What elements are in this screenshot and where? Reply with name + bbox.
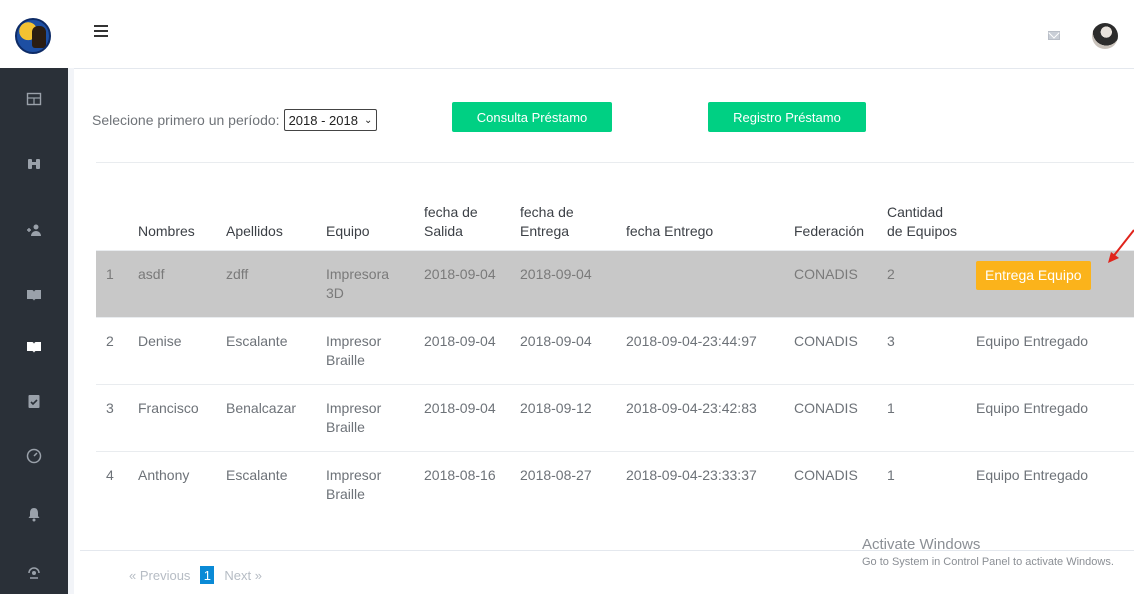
table-icon[interactable]: [0, 87, 68, 111]
header-fecha-entrega: fecha de Entrega: [512, 162, 618, 251]
app-root: Selecione primero un período: 2018 - 201…: [0, 0, 1134, 594]
cell-nombres: Denise: [130, 317, 218, 385]
pagination-current-page[interactable]: 1: [200, 566, 215, 584]
table-row[interactable]: 1 asdf zdff Impresora 3D 2018-09-04 2018…: [96, 250, 1134, 318]
main-content: Selecione primero un período: 2018 - 201…: [68, 68, 1134, 594]
entrega-equipo-button[interactable]: Entrega Equipo: [976, 261, 1091, 290]
header-nombres: Nombres: [130, 162, 218, 251]
cell-fecha-entrego: 2018-09-04-23:33:37: [618, 451, 786, 519]
app-logo[interactable]: [15, 18, 51, 54]
registro-prestamo-button[interactable]: Registro Préstamo: [708, 102, 866, 132]
row-index: 4: [96, 451, 130, 519]
cell-nombres: Francisco: [130, 384, 218, 452]
table-row[interactable]: 2 Denise Escalante Impresor Braille 2018…: [96, 317, 1134, 385]
header-cantidad: Cantidad de Equipos: [879, 162, 968, 251]
loans-table: Nombres Apellidos Equipo fecha de Salida…: [96, 162, 1134, 519]
period-label: Selecione primero un período:: [92, 112, 280, 128]
user-avatar[interactable]: [1092, 23, 1118, 49]
cell-fecha-salida: 2018-09-04: [416, 384, 512, 452]
binoculars-icon[interactable]: [0, 152, 68, 176]
windows-activation-watermark: Activate Windows Go to System in Control…: [862, 536, 1122, 570]
cell-fecha-entrega: 2018-08-27: [512, 451, 618, 519]
cell-cantidad: 1: [879, 451, 968, 519]
cell-fecha-salida: 2018-09-04: [416, 250, 512, 318]
header-fecha-salida: fecha de Salida: [416, 162, 512, 251]
top-bar: [68, 0, 1134, 68]
table-row[interactable]: 3 Francisco Benalcazar Impresor Braille …: [96, 384, 1134, 452]
cell-equipo: Impresor Braille: [318, 317, 416, 385]
cell-federacion: CONADIS: [786, 317, 879, 385]
book-open-icon[interactable]: [0, 335, 68, 359]
cell-nombres: asdf: [130, 250, 218, 318]
watermark-title: Activate Windows: [862, 536, 981, 553]
table-header-row: Nombres Apellidos Equipo fecha de Salida…: [96, 162, 1134, 251]
period-select[interactable]: 2018 - 2018 ⌄: [283, 109, 378, 131]
row-index: 2: [96, 317, 130, 385]
cell-cantidad: 2: [879, 250, 968, 318]
pagination-next[interactable]: Next »: [224, 568, 262, 583]
chevron-down-icon: ⌄: [363, 114, 373, 126]
add-user-icon[interactable]: [0, 218, 68, 242]
cell-fecha-entrega: 2018-09-12: [512, 384, 618, 452]
cell-cantidad: 3: [879, 317, 968, 385]
annotation-arrow-icon: [1108, 229, 1134, 263]
cell-fecha-entrego: 2018-09-04-23:42:83: [618, 384, 786, 452]
row-index: 3: [96, 384, 130, 452]
period-select-value: 2018 - 2018: [288, 112, 358, 128]
header-index: [96, 162, 130, 251]
cell-federacion: CONADIS: [786, 384, 879, 452]
clipboard-check-icon[interactable]: [0, 389, 68, 413]
cell-fecha-entrego: [618, 250, 786, 318]
sidebar: [0, 0, 68, 594]
cell-federacion: CONADIS: [786, 250, 879, 318]
cell-equipo: Impresora 3D: [318, 250, 416, 318]
cell-fecha-salida: 2018-08-16: [416, 451, 512, 519]
pagination-previous[interactable]: « Previous: [129, 568, 190, 583]
support-icon[interactable]: [0, 560, 68, 584]
cell-equipo: Impresor Braille: [318, 384, 416, 452]
book-open-icon[interactable]: [0, 283, 68, 307]
speedometer-icon[interactable]: [0, 444, 68, 468]
cell-federacion: CONADIS: [786, 451, 879, 519]
header-equipo: Equipo: [318, 162, 416, 251]
mail-icon[interactable]: [1048, 31, 1060, 40]
cell-apellidos: zdff: [218, 250, 318, 318]
cell-accion: Equipo Entregado: [968, 451, 1134, 519]
loan-card: Selecione primero un período: 2018 - 201…: [74, 68, 1134, 594]
logo-container: [0, 0, 68, 68]
cell-fecha-salida: 2018-09-04: [416, 317, 512, 385]
consulta-prestamo-button[interactable]: Consulta Préstamo: [452, 102, 612, 132]
pagination: « Previous 1 Next »: [129, 566, 262, 584]
cell-fecha-entrega: 2018-09-04: [512, 250, 618, 318]
cell-fecha-entrego: 2018-09-04-23:44:97: [618, 317, 786, 385]
header-federacion: Federación: [786, 162, 879, 251]
cell-apellidos: Benalcazar: [218, 384, 318, 452]
cell-accion: Equipo Entregado: [968, 384, 1134, 452]
watermark-subtitle: Go to System in Control Panel to activat…: [862, 556, 1114, 568]
cell-equipo: Impresor Braille: [318, 451, 416, 519]
bell-icon[interactable]: [0, 502, 68, 526]
cell-fecha-entrega: 2018-09-04: [512, 317, 618, 385]
header-apellidos: Apellidos: [218, 162, 318, 251]
header-fecha-entrego: fecha Entrego: [618, 162, 786, 251]
cell-cantidad: 1: [879, 384, 968, 452]
cell-apellidos: Escalante: [218, 451, 318, 519]
hamburger-icon[interactable]: [94, 25, 108, 37]
row-index: 1: [96, 250, 130, 318]
cell-apellidos: Escalante: [218, 317, 318, 385]
cell-accion: Equipo Entregado: [968, 317, 1134, 385]
period-filter: Selecione primero un período: 2018 - 201…: [92, 107, 378, 133]
cell-nombres: Anthony: [130, 451, 218, 519]
table-row[interactable]: 4 Anthony Escalante Impresor Braille 201…: [96, 451, 1134, 519]
